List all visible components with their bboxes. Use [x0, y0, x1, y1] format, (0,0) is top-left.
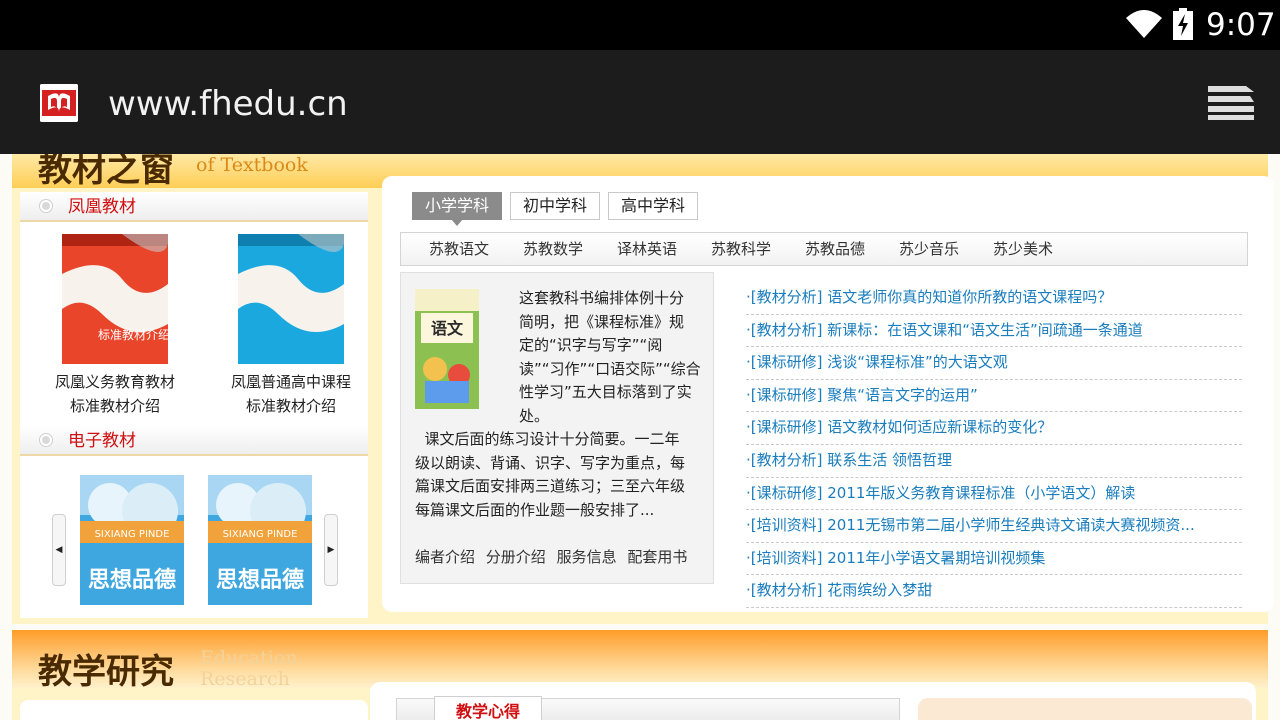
url-field[interactable]: www.fhedu.cn — [108, 82, 348, 126]
article-list: ·[教材分析] 语文老师你真的知道你所教的语文课程吗？ ·[教材分析] 新课标：… — [746, 282, 1242, 608]
article-link[interactable]: ·[教材分析] 联系生活 领悟哲理 — [746, 445, 1242, 478]
intro-links: 编者介绍 分册介绍 服务信息 配套用书 — [415, 545, 693, 569]
tab-junior[interactable]: 初中学科 — [510, 192, 600, 220]
battery-charging-icon — [1173, 8, 1193, 40]
ebook-cover-1[interactable]: SIXIANG PINDE 思想品德 — [80, 475, 184, 605]
tab-primary[interactable]: 小学学科 — [412, 192, 502, 226]
clock: 9:07 — [1206, 7, 1276, 43]
site-logo-icon — [40, 84, 78, 122]
fenghuang-highschool-book-cover[interactable] — [238, 234, 344, 364]
subject-chinese[interactable]: 苏教语文 — [429, 233, 489, 265]
section-subtitle: Education Research — [200, 647, 298, 690]
article-link[interactable]: ·[教材分析] 花雨缤纷入梦甜 — [746, 575, 1242, 608]
electronic-header: 电子教材 — [20, 426, 368, 456]
section-subtitle: of Textbook — [196, 154, 308, 176]
subject-math[interactable]: 苏教数学 — [523, 233, 583, 265]
article-link[interactable]: ·[课标研修] 浅谈“课程标准”的大语文观 — [746, 347, 1242, 380]
chinese-textbook-cover[interactable]: 语文 — [415, 289, 479, 409]
tabs-menu-icon[interactable] — [1206, 82, 1256, 122]
svg-text:语文: 语文 — [431, 319, 464, 338]
subject-nav: 苏教语文 苏教数学 译林英语 苏教科学 苏教品德 苏少音乐 苏少美术 — [400, 232, 1248, 266]
fenghuang-compulsory-book-cover[interactable]: 标准教材介绍 — [62, 234, 168, 364]
wifi-icon — [1126, 10, 1162, 38]
bullet-icon — [40, 200, 52, 212]
ebook-cover-2[interactable]: SIXIANG PINDE 思想品德 — [208, 475, 312, 605]
web-page: 教材之窗 of Textbook 凤凰教材 标准教材介绍 凤凰义务教育教材 标准… — [0, 154, 1280, 720]
carousel-prev-button[interactable]: ◀ — [52, 514, 66, 586]
article-link[interactable]: ·[课标研修] 2011年版义务教育课程标准（小学语文）解读 — [746, 478, 1242, 511]
status-bar: 9:07 — [0, 0, 1280, 50]
cover-text: 标准教材介绍 — [98, 327, 168, 342]
intro-text-2: 课文后面的练习设计十分简要。一二年 级以朗读、背诵、识字、写字为重点，每 篇课文… — [415, 430, 686, 519]
subject-science[interactable]: 苏教科学 — [711, 233, 771, 265]
tab-teaching-notes[interactable]: 教学心得 — [434, 696, 542, 720]
article-link[interactable]: ·[教材分析] 新课标：在语文课和“语文生活”间疏通一条通道 — [746, 315, 1242, 348]
link-service[interactable]: 服务信息 — [557, 548, 617, 566]
subject-morality[interactable]: 苏教品德 — [805, 233, 865, 265]
section-title: 教学研究 — [38, 652, 174, 692]
tab-senior[interactable]: 高中学科 — [608, 192, 698, 220]
article-link[interactable]: ·[课标研修] 聚焦“语言文字的运用” — [746, 380, 1242, 413]
section-title: 教材之窗 — [38, 154, 174, 190]
svg-text:思想品德: 思想品德 — [88, 567, 176, 593]
subject-english[interactable]: 译林英语 — [617, 233, 677, 265]
article-link[interactable]: ·[培训资料] 2011无锡市第二届小学师生经典诗文诵读大赛视频资... — [746, 510, 1242, 543]
svg-text:SIXIANG PINDE: SIXIANG PINDE — [95, 529, 170, 540]
subject-music[interactable]: 苏少音乐 — [899, 233, 959, 265]
subject-art[interactable]: 苏少美术 — [993, 233, 1053, 265]
book-label-highschool[interactable]: 凤凰普通高中课程 标准教材介绍 — [206, 370, 376, 418]
link-volumes[interactable]: 分册介绍 — [486, 548, 546, 566]
section-header: 教学研究 Education Research — [12, 630, 1268, 692]
fenghuang-header: 凤凰教材 — [20, 192, 368, 222]
article-link[interactable]: ·[课标研修] 语文教材如何适应新课标的变化？ — [746, 412, 1242, 445]
link-supporting-books[interactable]: 配套用书 — [627, 548, 687, 566]
carousel-next-button[interactable]: ▶ — [324, 514, 338, 586]
textbook-section: 教材之窗 of Textbook 凤凰教材 标准教材介绍 凤凰义务教育教材 标准… — [12, 154, 1274, 624]
research-sidebar — [20, 700, 368, 720]
article-link[interactable]: ·[培训资料] 2011年小学语文暑期培训视频集 — [746, 543, 1242, 576]
link-editors[interactable]: 编者介绍 — [415, 548, 475, 566]
book-label-compulsory[interactable]: 凤凰义务教育教材 标准教材介绍 — [30, 370, 200, 418]
electronic-label: 电子教材 — [68, 431, 136, 451]
textbook-sidebar: 凤凰教材 标准教材介绍 凤凰义务教育教材 标准教材介绍 凤凰普通高中课程 标准教… — [20, 192, 368, 618]
textbook-intro-box: 语文 这套教科书编排体例十分 简明，把《课程标准》规 定的“识字与写字”“阅 读… — [400, 272, 714, 584]
article-link[interactable]: ·[教材分析] 语文老师你真的知道你所教的语文课程吗？ — [746, 282, 1242, 315]
svg-text:思想品德: 思想品德 — [216, 567, 304, 593]
bullet-icon — [40, 434, 52, 446]
fenghuang-label: 凤凰教材 — [68, 197, 136, 217]
textbook-content-panel: 小学学科 初中学科 高中学科 苏教语文 苏教数学 译林英语 苏教科学 苏教品德 … — [382, 176, 1274, 612]
research-side-box: ... — [918, 698, 1252, 720]
svg-text:SIXIANG PINDE: SIXIANG PINDE — [223, 529, 298, 540]
research-section: 教学研究 Education Research 教学心得 ... — [12, 630, 1268, 720]
intro-text: 这套教科书编排体例十分 简明，把《课程标准》规 定的“识字与写字”“阅 读”“习… — [519, 289, 701, 425]
